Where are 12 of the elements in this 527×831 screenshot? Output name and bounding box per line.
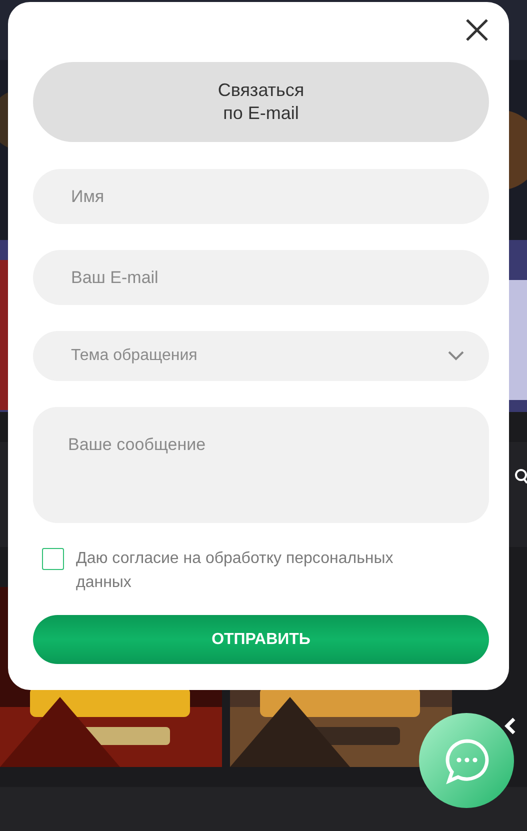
- consent-label: Даю согласие на обработку персональных данных: [76, 549, 394, 593]
- chevron-left-icon[interactable]: [504, 717, 516, 735]
- message-field[interactable]: Ваше сообщение: [33, 407, 489, 523]
- search-icon[interactable]: [513, 468, 527, 486]
- chat-icon: [442, 736, 490, 784]
- consent-checkbox[interactable]: [42, 548, 64, 570]
- input-field[interactable]: Ваш E-mail: [33, 250, 489, 305]
- submit-button[interactable]: ОТПРАВИТЬ: [33, 615, 489, 664]
- chevron-down-icon: [448, 351, 464, 361]
- subject-select[interactable]: Тема обращения: [33, 331, 489, 381]
- contact-email-button[interactable]: Связаться по E-mail: [33, 62, 489, 142]
- input-field[interactable]: Имя: [33, 169, 489, 224]
